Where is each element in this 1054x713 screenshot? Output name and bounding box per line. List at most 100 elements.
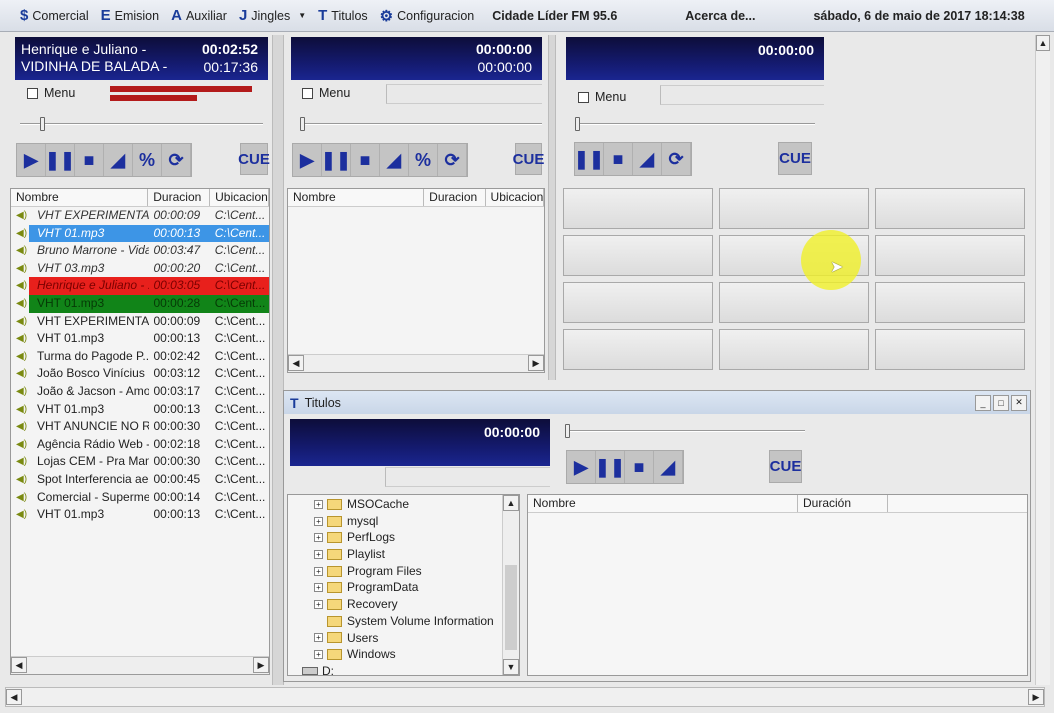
loop-button[interactable]: ⟳ <box>662 143 691 175</box>
scroll-up-icon[interactable]: ▲ <box>503 495 519 511</box>
scroll-left-icon[interactable]: ◀ <box>6 689 22 705</box>
cue-button[interactable]: CUE <box>238 143 270 175</box>
column-header[interactable]: Nombre <box>11 189 149 206</box>
scroll-left-icon[interactable]: ◀ <box>288 355 304 371</box>
scroll-thumb[interactable] <box>505 565 517 650</box>
stop-button[interactable]: ■ <box>604 143 633 175</box>
pause-button[interactable]: ❚❚ <box>574 143 604 175</box>
horizontal-scrollbar[interactable]: ◀ ▶ <box>288 354 544 372</box>
position-slider[interactable] <box>20 123 263 125</box>
dropdown-arrow-icon[interactable]: ▼ <box>298 11 306 20</box>
play-button[interactable]: ▶ <box>17 144 46 176</box>
column-header[interactable]: Duracion <box>148 189 211 206</box>
cart-button[interactable] <box>563 235 713 276</box>
fade-button[interactable]: ◢ <box>380 144 409 176</box>
loop-button[interactable]: ⟳ <box>438 144 467 176</box>
position-slider[interactable] <box>575 123 815 125</box>
cart-button[interactable] <box>719 188 869 229</box>
playlist-row[interactable]: ◀) VHT 01.mp3 00:00:28 C:\Cent... <box>11 294 269 313</box>
play-button[interactable]: ▶ <box>293 144 322 176</box>
tree-folder[interactable]: System Volume Information <box>314 613 494 630</box>
scroll-right-icon[interactable]: ▶ <box>1028 689 1044 705</box>
percent-button[interactable]: % <box>409 144 438 176</box>
cue-button[interactable]: CUE <box>769 450 802 483</box>
position-slider[interactable] <box>300 123 542 125</box>
playlist-row[interactable]: ◀) Bruno Marrone - Vida... 00:03:47 C:\Cent… <box>11 242 269 260</box>
column-header[interactable]: Nombre <box>528 495 798 512</box>
expand-icon[interactable]: + <box>314 599 323 609</box>
playlist-row[interactable]: ◀) João & Jacson - Amor...00:03:17 C:\Cent… <box>11 383 269 401</box>
tree-drive[interactable]: D: <box>302 663 494 680</box>
playlist-row[interactable]: ◀) VHT 01.mp3 00:00:13 C:\Cent... <box>11 506 269 524</box>
playlist-row[interactable]: ◀) VHT ANUNCIE NO R... 00:00:30 C:\Cent... <box>11 418 269 436</box>
about-link[interactable]: Acerca de... <box>685 9 755 23</box>
expand-icon[interactable]: + <box>314 583 323 593</box>
loop-button[interactable]: ⟳ <box>162 144 191 176</box>
expand-icon[interactable]: + <box>314 533 323 543</box>
column-header[interactable]: Duracion <box>424 189 486 206</box>
expand-icon[interactable]: + <box>314 566 323 576</box>
player1-menu-button[interactable]: Menu <box>27 86 75 100</box>
playlist-row[interactable]: ◀) Spot Interferencia aer... 00:00:45 C:\Ce… <box>11 471 269 489</box>
cue-button[interactable]: CUE <box>778 142 812 175</box>
player2-menu-button[interactable]: Menu <box>302 86 350 100</box>
pause-button[interactable]: ❚❚ <box>321 144 351 176</box>
tree-folder[interactable]: + mysql <box>314 513 494 530</box>
maximize-button[interactable]: □ <box>993 394 1009 411</box>
scroll-left-icon[interactable]: ◀ <box>11 657 27 673</box>
scroll-down-icon[interactable]: ▼ <box>503 659 519 675</box>
percent-button[interactable]: % <box>133 144 162 176</box>
expand-icon[interactable]: + <box>314 650 323 660</box>
cart-button[interactable] <box>719 282 869 323</box>
playlist-row[interactable]: ◀) Agência Rádio Web -... 00:02:18 C:\Cent.… <box>11 436 269 454</box>
play-button[interactable]: ▶ <box>567 451 596 483</box>
cart-button[interactable] <box>875 235 1025 276</box>
playlist-row[interactable]: ◀) VHT EXPERIMENTA... 00:00:09 C:\Cent... <box>11 207 269 225</box>
menu-auxiliar[interactable]: A Auxiliar <box>171 7 227 24</box>
player3-menu-button[interactable]: Menu <box>578 90 626 104</box>
tree-folder[interactable]: + PerfLogs <box>314 529 494 546</box>
expand-icon[interactable]: + <box>314 516 323 526</box>
minimize-button[interactable]: _ <box>975 394 991 411</box>
pause-button[interactable]: ❚❚ <box>45 144 75 176</box>
playlist-row[interactable]: ◀) Comercial - Supermer...00:00:14 C:\Cent… <box>11 489 269 507</box>
tree-scrollbar[interactable]: ▲ ▼ <box>502 495 519 675</box>
playlist-row[interactable]: ◀) VHT 03.mp3 00:00:20 C:\Cent... <box>11 260 269 278</box>
menu-comercial[interactable]: $ Comercial <box>20 7 89 24</box>
playlist-row[interactable]: ◀) Henrique e Juliano - ... 00:03:05 C:\Cen… <box>11 277 269 295</box>
fade-button[interactable]: ◢ <box>654 451 683 483</box>
column-header[interactable]: Nombre <box>288 189 425 206</box>
menu-jingles[interactable]: J Jingles ▼ <box>239 7 306 24</box>
expand-icon[interactable]: + <box>314 499 323 509</box>
playlist-row[interactable]: ◀) João Bosco Vinícius ... 00:03:12 C:\Cent… <box>11 365 269 383</box>
position-slider[interactable] <box>565 430 805 432</box>
close-button[interactable]: ✕ <box>1011 394 1027 411</box>
playlist-row[interactable]: ◀) Turma do Pagode P... 00:02:42 C:\Cent... <box>11 348 269 366</box>
tree-folder[interactable]: + Windows <box>314 646 494 663</box>
vertical-scrollbar[interactable]: ▲ <box>1035 35 1050 685</box>
fade-button[interactable]: ◢ <box>104 144 133 176</box>
tree-folder[interactable]: + Program Files <box>314 563 494 580</box>
scroll-up-icon[interactable]: ▲ <box>1036 35 1050 51</box>
expand-icon[interactable]: + <box>314 549 323 559</box>
tree-folder[interactable]: + Recovery <box>314 596 494 613</box>
stop-button[interactable]: ■ <box>351 144 380 176</box>
tree-folder[interactable]: + MSOCache <box>314 496 494 513</box>
slider-thumb[interactable] <box>565 424 570 438</box>
column-header[interactable]: Ubicacion <box>486 189 544 206</box>
scroll-right-icon[interactable]: ▶ <box>253 657 269 673</box>
playlist-row[interactable]: ◀) VHT 01.mp3 00:00:13 C:\Cent... <box>11 401 269 419</box>
menu-emision[interactable]: E Emision <box>101 7 159 24</box>
cart-button[interactable] <box>563 188 713 229</box>
stop-button[interactable]: ■ <box>625 451 654 483</box>
cue-button[interactable]: CUE <box>513 143 544 175</box>
slider-thumb[interactable] <box>40 117 45 131</box>
cart-button[interactable] <box>875 282 1025 323</box>
menu-configuracion[interactable]: ⚙ Configuracion <box>380 7 475 25</box>
tree-folder[interactable]: + Users <box>314 630 494 647</box>
pause-button[interactable]: ❚❚ <box>595 451 625 483</box>
column-header[interactable]: Duración <box>798 495 888 512</box>
cart-button[interactable] <box>563 329 713 370</box>
stop-button[interactable]: ■ <box>75 144 104 176</box>
playlist-row[interactable]: ◀) Lojas CEM - Pra Mam... 00:00:30 C:\Cent.… <box>11 453 269 471</box>
